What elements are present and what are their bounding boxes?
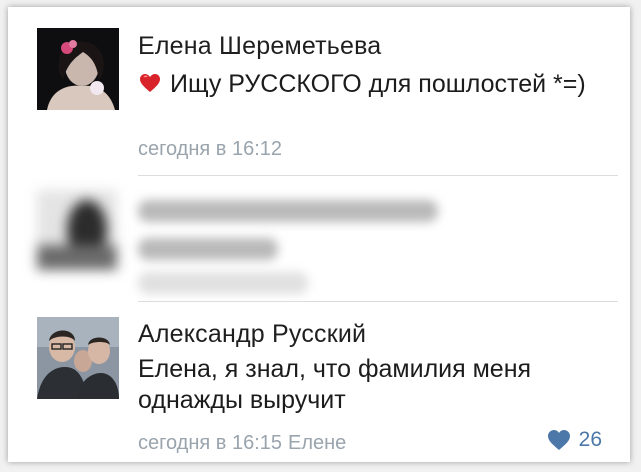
heart-icon — [547, 430, 570, 450]
comment-item-blurred — [8, 176, 630, 301]
like-count: 26 — [578, 428, 602, 451]
comment-author[interactable]: Елена Шереметьева — [138, 32, 381, 61]
avatar[interactable] — [37, 317, 119, 399]
comment-time[interactable]: сегодня в 16:15 — [138, 432, 282, 454]
comment-item: Александр Русский Елена, я знал, что фам… — [8, 302, 630, 462]
comment-author[interactable]: Александр Русский — [138, 320, 366, 349]
like-button[interactable]: 26 — [547, 428, 602, 452]
comment-text: Ищу РУССКОГО для пошлостей *=) — [138, 69, 608, 100]
comment-text: Елена, я знал, что фамилия меня однажды … — [138, 355, 532, 414]
blurred-time — [138, 272, 308, 294]
comment-item: Елена Шереметьева Ищу РУССКОГО для пошло… — [8, 7, 630, 175]
comments-list: Елена Шереметьева Ищу РУССКОГО для пошло… — [8, 7, 630, 462]
avatar[interactable] — [37, 28, 119, 110]
blurred-author — [138, 200, 438, 222]
comment-timestamp[interactable]: сегодня в 16:12 — [138, 138, 282, 161]
comment-time[interactable]: сегодня в 16:12 — [138, 138, 282, 160]
comment-text-body: Ищу РУССКОГО для пошлостей *=) — [170, 70, 586, 98]
blurred-text — [138, 238, 278, 260]
reply-to-link[interactable]: Елене — [288, 432, 346, 454]
avatar — [37, 190, 117, 270]
red-heart-emoji-icon — [140, 74, 160, 92]
comment-timestamp[interactable]: сегодня в 16:15 Елене — [138, 432, 346, 455]
